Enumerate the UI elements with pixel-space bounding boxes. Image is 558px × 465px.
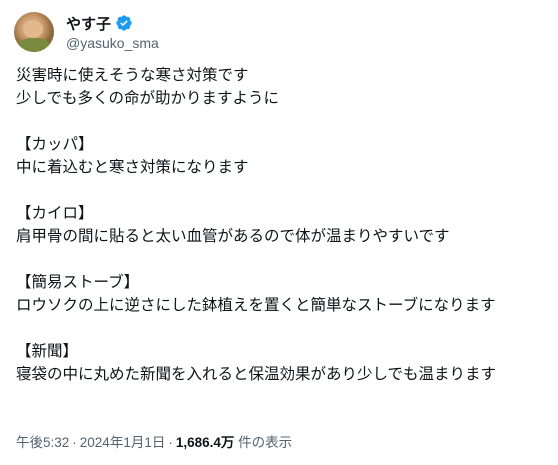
user-avatar[interactable] [14,12,54,52]
views-count[interactable]: 1,686.4万 [176,435,235,450]
author-names: やす子 @yasuko_sma [66,13,159,52]
author-handle[interactable]: @yasuko_sma [66,35,159,51]
tweet-text-line: 【カイロ】 [16,204,94,222]
tweet-text-line: 寝袋の中に丸めた新聞を入れると保温効果があり少しでも温まります [16,365,497,383]
tweet-date[interactable]: 2024年1月1日 [80,435,166,450]
tweet-header: やす子 @yasuko_sma [14,10,159,54]
tweet-text-line: 【簡易ストーブ】 [16,273,140,291]
tweet-meta: 午後5:32 · 2024年1月1日 · 1,686.4万 件の表示 [16,431,292,451]
tweet-text-line: ロウソクの上に逆さにした鉢植えを置くと簡単なストーブになります [16,296,496,314]
meta-separator-2: · [168,435,173,450]
name-row: やす子 [66,13,159,33]
tweet-text-line: 【新聞】 [16,342,79,360]
tweet-text-line: 中に着込むと寒さ対策になります [16,158,249,176]
author-display-name[interactable]: やす子 [66,13,111,34]
verified-badge-icon [115,14,133,32]
tweet-text-line: 災害時に使えそうな寒さ対策です [16,66,249,84]
tweet-text-line: 【カッパ】 [16,135,94,153]
tweet-text: 災害時に使えそうな寒さ対策です少しでも多くの命が助かりますように 【カッパ】中に着… [16,64,552,386]
tweet-text-line: 肩甲骨の間に貼ると太い血管があるので体が温まりやすいです [16,227,450,245]
tweet-time[interactable]: 午後5:32 [16,435,69,450]
tweet-card: やす子 @yasuko_sma 災害時に使えそうな寒さ対策です少しでも多くの命が… [0,0,558,465]
views-label: 件の表示 [234,435,293,450]
tweet-text-line: 少しでも多くの命が助かりますように [16,89,280,107]
meta-separator: · [72,435,77,450]
